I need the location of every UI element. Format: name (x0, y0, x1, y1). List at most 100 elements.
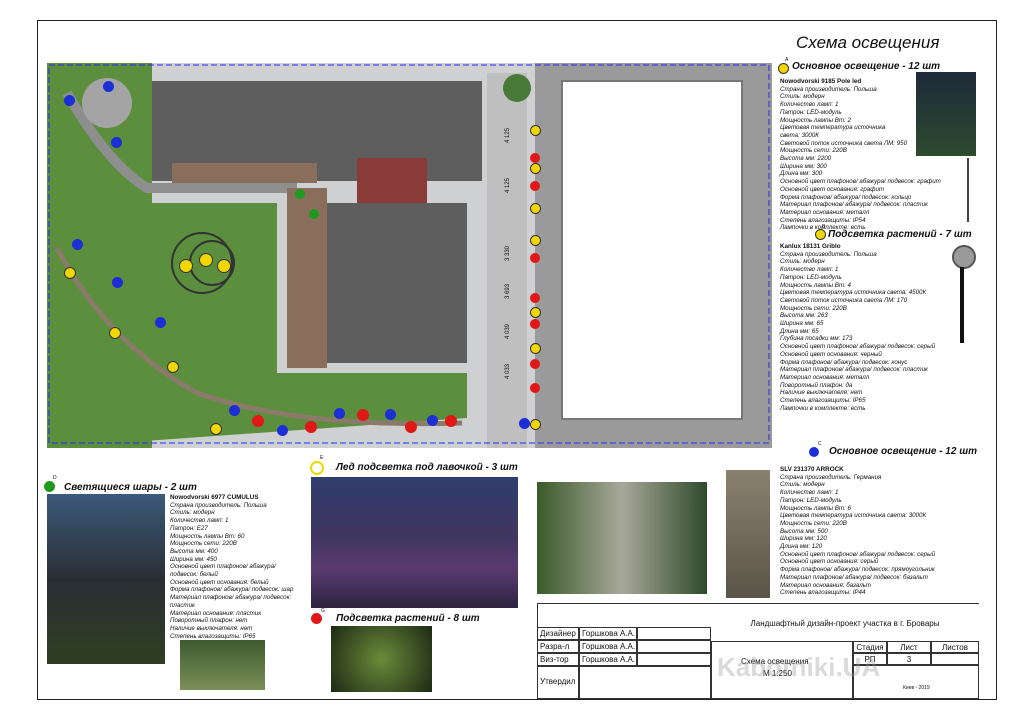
dimension-label: 4 125 (505, 177, 511, 193)
product-name: Nowodvorski 6977 CUMULUS (170, 494, 259, 501)
spec-line: Форма плафонов/ абажура/ подвесок: конус (780, 358, 908, 366)
light-marker-red (252, 415, 264, 427)
light-marker-red (530, 253, 540, 263)
light-marker-blue (519, 418, 530, 429)
light-marker-red (530, 293, 540, 303)
light-marker-blue (103, 81, 114, 92)
spec-line: Основной цвет основания: черный (780, 350, 882, 358)
light-marker-red (530, 383, 540, 393)
spec-line: Материал плафонов/ абажура/ подвесок: ба… (780, 573, 928, 581)
light-marker-yellow (217, 259, 231, 273)
spec-line: Основной цвет плафонов/ абажура/ (170, 563, 276, 571)
name: Горшкова А.А. (579, 640, 637, 653)
light-marker-green (309, 209, 319, 219)
light-marker-red (405, 421, 417, 433)
spec-line: пластик (170, 601, 195, 609)
light-marker-yellow (210, 423, 222, 435)
spec-line: Наличие выключателя: нет (780, 389, 863, 397)
product-name: SLV 231370 ARROCK (780, 466, 844, 473)
spec-line: Патрон: E27 (170, 524, 208, 532)
spec-line: Ширина мм: 300 (780, 162, 827, 170)
spec-line: Ширина мм: 120 (780, 535, 827, 543)
spec-line: Стиль: модерн (780, 258, 825, 266)
spec-line: Патрон: LED-модуль (780, 273, 842, 281)
spec-line: Поворотный плафон: да (780, 381, 853, 389)
light-marker-yellow (530, 343, 541, 354)
spec-line: Основной цвет плафонов/ абажура/ подвесо… (780, 178, 941, 186)
pole-lamp-image (967, 158, 969, 222)
section-title-spheres: Светящиеся шары - 2 шт (64, 482, 197, 493)
site-plan: 4 125 4 125 3 330 3 693 4 039 4 033 (47, 63, 772, 448)
light-marker-yellow (530, 419, 541, 430)
legend-marker-green (44, 481, 55, 492)
marker-letter: C (818, 441, 822, 447)
spec-line: Количество ламп: 1 (170, 517, 229, 525)
title-block: Ландшафтный дизайн-проект участка в г. Б… (537, 603, 979, 699)
sheet-value: 3 (887, 653, 931, 665)
name: Горшкова А.А. (579, 627, 637, 640)
spike-light-image (950, 245, 976, 345)
spec-line: Мощность сети: 220В (780, 304, 847, 312)
marker-letter: G (321, 608, 325, 614)
spec-line: Цветовая температура источника света: 45… (780, 289, 927, 297)
legend-marker-blue (809, 447, 819, 457)
product-photo-path (180, 640, 265, 690)
light-marker-red (445, 415, 457, 427)
spec-line: Высота мм: 400 (170, 547, 218, 555)
spec-line: Материал плафонов/ абажура/ подвесок: пл… (780, 201, 928, 209)
light-marker-yellow (530, 203, 541, 214)
dimension-label: 4 039 (505, 323, 511, 339)
product-photo-arrock (726, 470, 770, 598)
spec-line: Мощность сети: 220В (780, 519, 847, 527)
light-marker-yellow (109, 327, 121, 339)
dimension-label: 3 330 (505, 245, 511, 261)
marker-letter: E (320, 455, 324, 461)
spec-line: Материал основания: металл (780, 208, 870, 216)
name: Горшкова А.А. (579, 653, 637, 666)
spec-line: Мощность лампы Вт: 4 (780, 281, 851, 289)
spec-line: Глубина посадки мм: 173 (780, 335, 853, 343)
light-marker-yellow (179, 259, 193, 273)
legend-marker-yellow (815, 229, 826, 240)
spec-line: Материал основания: металл (780, 373, 870, 381)
light-marker-blue (112, 277, 123, 288)
light-marker-blue (72, 239, 83, 250)
spec-line: Стиль: модерн (170, 509, 215, 517)
spec-line: Основной цвет плафонов/ абажура/ подвесо… (780, 343, 936, 351)
light-marker-blue (111, 137, 122, 148)
spec-line: подвесок: белый (170, 571, 218, 579)
product-photo-spheres (47, 494, 165, 664)
section-title-plants-bottom: Подсветка растений - 8 шт (336, 613, 480, 624)
site-plan-drawing (47, 63, 772, 448)
spec-line: Степень влагозащиты: IP54 (780, 216, 866, 224)
product-photo-bench (311, 477, 518, 608)
section-title-main-top: Основное освещение - 12 шт (792, 61, 940, 72)
light-marker-yellow (530, 235, 541, 246)
spec-line: Основной цвет плафонов/ абажура/ подвесо… (780, 550, 936, 558)
spec-line: Основной цвет основания: серый (780, 558, 879, 566)
spec-line: Форма плафонов/ абажура/ подвесок: кольц… (780, 193, 912, 201)
product-name: Kanlux 18131 Griblo (780, 243, 841, 250)
light-marker-blue (334, 408, 345, 419)
spec-line: Патрон: LED-модуль (780, 496, 842, 504)
spec-line: Длина мм: 120 (780, 543, 823, 551)
section-title-main-bottom: Основное освещение - 12 шт (829, 446, 977, 457)
header-sheets: Листов (931, 641, 979, 653)
spec-line: Форма плафонов/ абажура/ подвесок: шар (170, 586, 294, 594)
spec-line: Форма плафонов/ абажура/ подвесок: прямо… (780, 566, 935, 574)
role: Утвердил (537, 666, 579, 699)
spec-line: Ширина мм: 65 (780, 320, 824, 328)
spec-line: Степень влагозащиты: IP44 (780, 589, 866, 597)
page-title: Схема освещения (796, 33, 940, 52)
light-marker-red (530, 153, 540, 163)
role: Дизайнер (537, 627, 579, 640)
light-marker-yellow (199, 253, 213, 267)
spec-line: Стиль: модерн (780, 481, 825, 489)
spec-line: Страна производитель: Польша (780, 250, 877, 258)
spec-line: Высота мм: 2200 (780, 155, 832, 163)
light-marker-red (305, 421, 317, 433)
spec-cumulus: Nowodvorski 6977 CUMULUS Страна производи… (170, 494, 293, 640)
light-marker-red (357, 409, 369, 421)
spec-line: Материал плафонов/ абажура/ подвесок: (170, 594, 292, 602)
spec-line: Основной цвет основания: белый (170, 578, 269, 586)
